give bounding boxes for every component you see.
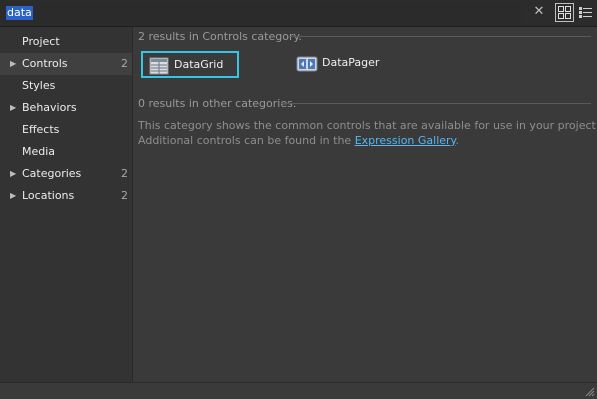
grid-view-button[interactable]: [555, 3, 574, 22]
category-description: This category shows the common controls …: [138, 118, 597, 148]
other-results-header: 0 results in other categories.: [138, 97, 297, 110]
section-divider: [288, 36, 591, 37]
section-divider: [281, 103, 591, 104]
list-view-button[interactable]: [576, 3, 595, 22]
sidebar-item-behaviors[interactable]: ▶ Behaviors: [0, 97, 132, 119]
result-tile-datapager[interactable]: DataPager: [290, 51, 400, 78]
sidebar-item-label: Effects: [22, 123, 60, 136]
category-results-header: 2 results in Controls category.: [138, 30, 302, 43]
sidebar-item-project[interactable]: Project: [0, 31, 132, 53]
sidebar-item-controls[interactable]: ▶ Controls 2: [0, 53, 132, 75]
description-line: Additional controls can be found in the …: [138, 133, 597, 148]
list-view-icon: [579, 7, 592, 18]
result-tile-datagrid[interactable]: DataGrid: [141, 51, 239, 78]
expand-arrow-icon[interactable]: ▶: [10, 163, 16, 185]
grid-view-icon: [558, 6, 571, 19]
sidebar-item-count: 2: [121, 57, 128, 70]
expression-gallery-link[interactable]: Expression Gallery: [355, 134, 456, 147]
sidebar-item-label: Media: [22, 145, 56, 158]
status-bar: [0, 382, 597, 399]
sidebar-item-styles[interactable]: Styles: [0, 75, 132, 97]
sidebar-item-label: Behaviors: [22, 101, 77, 114]
datagrid-icon: [149, 57, 169, 75]
results-panel: 2 results in Controls category. DataGrid…: [133, 27, 597, 382]
sidebar-item-count: 2: [121, 167, 128, 180]
sidebar-item-media[interactable]: Media: [0, 141, 132, 163]
description-line: This category shows the common controls …: [138, 119, 597, 132]
search-bar: data ✕: [0, 0, 597, 27]
expand-arrow-icon[interactable]: ▶: [10, 53, 16, 75]
sidebar-item-label: Controls: [22, 57, 68, 70]
description-text: .: [455, 134, 460, 147]
sidebar-item-categories[interactable]: ▶ Categories 2: [0, 163, 132, 185]
datapager-icon: [296, 56, 318, 72]
expand-arrow-icon[interactable]: ▶: [10, 185, 16, 207]
search-input-text: data: [6, 6, 33, 20]
result-label: DataGrid: [174, 58, 224, 71]
search-input[interactable]: [2, 2, 522, 24]
sidebar-item-count: 2: [121, 189, 128, 202]
sidebar-item-label: Project: [22, 35, 60, 48]
result-label: DataPager: [322, 56, 380, 69]
sidebar-item-label: Categories: [22, 167, 82, 180]
sidebar-item-label: Styles: [22, 79, 56, 92]
clear-search-button[interactable]: ✕: [532, 5, 546, 19]
description-text: Additional controls can be found in the: [138, 134, 355, 147]
sidebar-item-locations[interactable]: ▶ Locations 2: [0, 185, 132, 207]
sidebar-item-effects[interactable]: Effects: [0, 119, 132, 141]
expand-arrow-icon[interactable]: ▶: [10, 97, 16, 119]
resize-grip-icon[interactable]: [585, 387, 595, 397]
category-sidebar: Project ▶ Controls 2 Styles ▶ Behaviors …: [0, 27, 133, 382]
sidebar-item-label: Locations: [22, 189, 75, 202]
